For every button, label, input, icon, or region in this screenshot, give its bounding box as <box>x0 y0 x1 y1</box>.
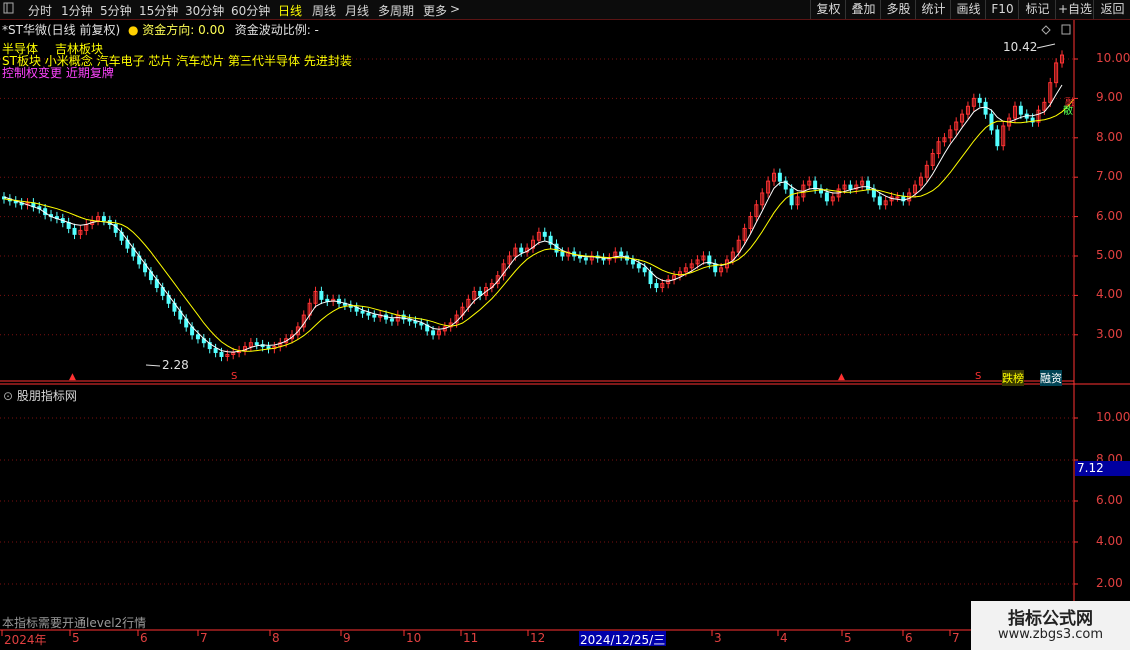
candle-body <box>254 342 259 346</box>
date-tick-label: 5 <box>844 631 852 645</box>
window-icon <box>1061 24 1071 35</box>
price-tick-label: 9.00 <box>1096 90 1123 105</box>
diamond-icon <box>1041 25 1051 35</box>
candle-body <box>789 188 794 206</box>
sub-panel-title: ⊙ 股朋指标网 <box>3 387 77 404</box>
ma-long-line <box>3 98 1075 352</box>
candle-body <box>630 259 635 265</box>
tag-margin[interactable]: 融资 <box>1040 370 1062 386</box>
chevron-down-icon[interactable]: ⊙ <box>3 389 13 403</box>
date-tick-label: 5 <box>72 631 80 645</box>
candle-body <box>360 310 365 314</box>
candle-body <box>431 330 436 336</box>
candle-body <box>195 334 200 340</box>
candle-body <box>372 314 377 318</box>
cursor-date: 2024/12/25/三 <box>579 631 667 647</box>
candle-body <box>866 180 871 190</box>
sub-tick-label: 4.00 <box>1096 534 1123 548</box>
high-pointer <box>1036 43 1056 49</box>
tag-scatter: 散 <box>1063 106 1073 117</box>
date-tick-label: 9 <box>343 631 351 645</box>
candle-body <box>583 257 588 261</box>
date-tick-label: 7 <box>952 631 960 645</box>
candle-body <box>877 196 882 206</box>
price-tick-label: 7.00 <box>1096 169 1123 184</box>
candle-body <box>895 196 900 199</box>
candle-body <box>848 184 853 190</box>
price-tick-label: 3.00 <box>1096 326 1123 341</box>
s-marker-2: S <box>975 371 982 382</box>
sub-tick-label: 10.00 <box>1096 410 1130 424</box>
date-tick-label: 3 <box>714 631 722 645</box>
candle-body <box>989 113 994 131</box>
candle-body <box>648 271 653 285</box>
s-marker: S <box>231 371 238 382</box>
candle-body <box>777 172 782 182</box>
date-tick-label: 2024年 <box>4 633 47 647</box>
candle-body <box>977 97 982 103</box>
up-arrow-icon: ▲ <box>69 372 76 382</box>
price-tick-label: 5.00 <box>1096 248 1123 262</box>
sub-tick-label: 2.00 <box>1096 576 1123 590</box>
candle-body <box>983 101 988 115</box>
price-tick-label: 8.00 <box>1096 129 1123 144</box>
date-tick-label: 12 <box>530 631 546 645</box>
tag-drop-list[interactable]: 跌榜 <box>1002 370 1024 386</box>
candle-body <box>642 267 647 273</box>
high-price-label: 10.42 <box>1003 40 1038 54</box>
candle-body <box>654 283 659 289</box>
date-tick-label: 6 <box>140 631 148 645</box>
candle-body <box>319 290 324 300</box>
watermark: 指标公式网 www.zbgs3.com <box>971 601 1130 650</box>
candle-body <box>389 318 394 322</box>
sub-panel-name: 股朋指标网 <box>16 389 77 403</box>
candle-body <box>560 251 565 257</box>
kline-chart[interactable] <box>0 0 1130 650</box>
candle-body <box>824 192 829 202</box>
candle-body <box>366 312 371 316</box>
date-tick-label: 7 <box>200 631 208 645</box>
date-tick-label: 11 <box>463 631 479 645</box>
candle-body <box>519 247 524 253</box>
watermark-title: 指标公式网 <box>1008 609 1093 629</box>
price-tick-label: 10.00 <box>1096 51 1130 65</box>
candle-body <box>1018 105 1023 115</box>
candle-body <box>636 263 641 269</box>
date-tick-label: 4 <box>780 631 788 645</box>
date-tick-label: 10 <box>406 631 422 645</box>
candle-body <box>266 346 271 350</box>
candle-body <box>542 231 547 237</box>
candle-body <box>213 348 218 354</box>
watermark-url: www.zbgs3.com <box>997 627 1104 642</box>
price-tick-label: 6.00 <box>1096 208 1123 223</box>
candle-body <box>219 352 224 357</box>
low-price-label: 2.28 <box>162 358 189 372</box>
ma-short-line <box>3 84 1063 353</box>
candle-body <box>66 222 71 229</box>
level2-notice: 本指标需要开通level2行情 <box>2 616 147 630</box>
candle-body <box>619 251 624 257</box>
candle-body <box>101 216 106 222</box>
candle-body <box>995 129 1000 147</box>
candle-body <box>325 298 330 302</box>
date-tick-label: 8 <box>272 631 280 645</box>
sub-value-label: 7.12 <box>1075 461 1130 476</box>
date-tick-label: 6 <box>905 631 913 645</box>
candle-body <box>72 227 77 235</box>
up-arrow-icon-2: ▲ <box>838 372 845 382</box>
price-tick-label: 4.00 <box>1096 287 1123 302</box>
sub-tick-label: 6.00 <box>1096 493 1123 507</box>
low-pointer <box>145 364 161 367</box>
